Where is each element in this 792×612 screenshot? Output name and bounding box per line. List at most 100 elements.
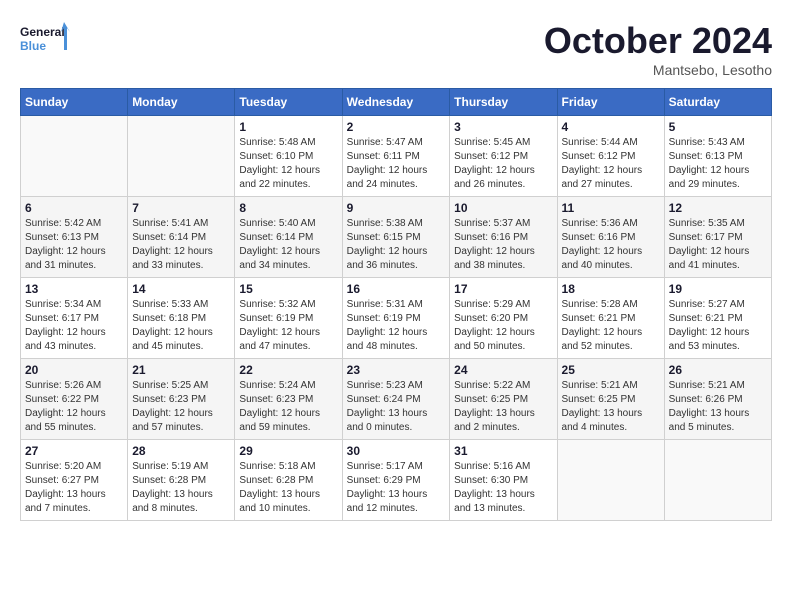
- day-number: 12: [669, 201, 767, 215]
- day-number: 24: [454, 363, 552, 377]
- day-cell: 18 Sunrise: 5:28 AM Sunset: 6:21 PM Dayli…: [557, 278, 664, 359]
- day-info: Sunrise: 5:29 AM Sunset: 6:20 PM Dayligh…: [454, 298, 552, 354]
- day-info: Sunrise: 5:41 AM Sunset: 6:14 PM Dayligh…: [132, 217, 230, 273]
- day-number: 17: [454, 282, 552, 296]
- day-number: 29: [239, 444, 337, 458]
- day-info: Sunrise: 5:40 AM Sunset: 6:14 PM Dayligh…: [239, 217, 337, 273]
- weekday-header-monday: Monday: [128, 89, 235, 116]
- day-number: 6: [25, 201, 123, 215]
- svg-text:General: General: [20, 25, 65, 39]
- day-cell: 11 Sunrise: 5:36 AM Sunset: 6:16 PM Dayli…: [557, 197, 664, 278]
- day-info: Sunrise: 5:33 AM Sunset: 6:18 PM Dayligh…: [132, 298, 230, 354]
- day-number: 5: [669, 120, 767, 134]
- day-number: 23: [347, 363, 446, 377]
- day-number: 25: [562, 363, 660, 377]
- location-subtitle: Mantsebo, Lesotho: [544, 62, 772, 78]
- day-number: 14: [132, 282, 230, 296]
- day-cell: [557, 440, 664, 521]
- day-info: Sunrise: 5:18 AM Sunset: 6:28 PM Dayligh…: [239, 460, 337, 516]
- month-title: October 2024: [544, 20, 772, 62]
- weekday-header-saturday: Saturday: [664, 89, 771, 116]
- day-number: 15: [239, 282, 337, 296]
- day-info: Sunrise: 5:21 AM Sunset: 6:25 PM Dayligh…: [562, 379, 660, 435]
- day-info: Sunrise: 5:27 AM Sunset: 6:21 PM Dayligh…: [669, 298, 767, 354]
- calendar-table: SundayMondayTuesdayWednesdayThursdayFrid…: [20, 88, 772, 521]
- week-row-1: 1Sunrise: 5:48 AM Sunset: 6:10 PM Daylig…: [21, 116, 772, 197]
- day-info: Sunrise: 5:20 AM Sunset: 6:27 PM Dayligh…: [25, 460, 123, 516]
- day-info: Sunrise: 5:44 AM Sunset: 6:12 PM Dayligh…: [562, 136, 660, 192]
- day-number: 30: [347, 444, 446, 458]
- day-number: 22: [239, 363, 337, 377]
- day-cell: 27 Sunrise: 5:20 AM Sunset: 6:27 PM Dayli…: [21, 440, 128, 521]
- day-info: Sunrise: 5:31 AM Sunset: 6:19 PM Dayligh…: [347, 298, 446, 354]
- day-info: Sunrise: 5:21 AM Sunset: 6:26 PM Dayligh…: [669, 379, 767, 435]
- day-info: Sunrise: 5:47 AM Sunset: 6:11 PM Dayligh…: [347, 136, 446, 192]
- day-cell: 29 Sunrise: 5:18 AM Sunset: 6:28 PM Dayli…: [235, 440, 342, 521]
- day-cell: 31 Sunrise: 5:16 AM Sunset: 6:30 PM Dayli…: [450, 440, 557, 521]
- day-info: Sunrise: 5:19 AM Sunset: 6:28 PM Dayligh…: [132, 460, 230, 516]
- weekday-header-tuesday: Tuesday: [235, 89, 342, 116]
- day-info: Sunrise: 5:42 AM Sunset: 6:13 PM Dayligh…: [25, 217, 123, 273]
- day-cell: 16 Sunrise: 5:31 AM Sunset: 6:19 PM Dayli…: [342, 278, 450, 359]
- day-number: 4: [562, 120, 660, 134]
- day-info: Sunrise: 5:16 AM Sunset: 6:30 PM Dayligh…: [454, 460, 552, 516]
- day-number: 10: [454, 201, 552, 215]
- day-number: 9: [347, 201, 446, 215]
- day-number: 19: [669, 282, 767, 296]
- day-info: Sunrise: 5:25 AM Sunset: 6:23 PM Dayligh…: [132, 379, 230, 435]
- day-cell: 14 Sunrise: 5:33 AM Sunset: 6:18 PM Dayli…: [128, 278, 235, 359]
- day-number: 13: [25, 282, 123, 296]
- day-cell: 9 Sunrise: 5:38 AM Sunset: 6:15 PM Daylig…: [342, 197, 450, 278]
- day-cell: 8 Sunrise: 5:40 AM Sunset: 6:14 PM Daylig…: [235, 197, 342, 278]
- day-info: Sunrise: 5:45 AM Sunset: 6:12 PM Dayligh…: [454, 136, 552, 192]
- day-cell: 30Sunrise: 5:17 AM Sunset: 6:29 PM Dayli…: [342, 440, 450, 521]
- day-cell: 24 Sunrise: 5:22 AM Sunset: 6:25 PM Dayli…: [450, 359, 557, 440]
- page-header: General Blue October 2024 Mantsebo, Leso…: [20, 20, 772, 78]
- day-info: Sunrise: 5:28 AM Sunset: 6:21 PM Dayligh…: [562, 298, 660, 354]
- day-cell: 19 Sunrise: 5:27 AM Sunset: 6:21 PM Dayli…: [664, 278, 771, 359]
- day-cell: 5 Sunrise: 5:43 AM Sunset: 6:13 PM Daylig…: [664, 116, 771, 197]
- day-number: 31: [454, 444, 552, 458]
- day-info: Sunrise: 5:37 AM Sunset: 6:16 PM Dayligh…: [454, 217, 552, 273]
- day-cell: 21 Sunrise: 5:25 AM Sunset: 6:23 PM Dayli…: [128, 359, 235, 440]
- logo-svg: General Blue: [20, 20, 70, 60]
- title-section: October 2024 Mantsebo, Lesotho: [544, 20, 772, 78]
- svg-text:Blue: Blue: [20, 39, 46, 53]
- day-info: Sunrise: 5:22 AM Sunset: 6:25 PM Dayligh…: [454, 379, 552, 435]
- day-info: Sunrise: 5:35 AM Sunset: 6:17 PM Dayligh…: [669, 217, 767, 273]
- day-cell: 2 Sunrise: 5:47 AM Sunset: 6:11 PM Daylig…: [342, 116, 450, 197]
- weekday-header-wednesday: Wednesday: [342, 89, 450, 116]
- week-row-3: 13 Sunrise: 5:34 AM Sunset: 6:17 PM Dayli…: [21, 278, 772, 359]
- day-cell: 13 Sunrise: 5:34 AM Sunset: 6:17 PM Dayli…: [21, 278, 128, 359]
- day-cell: 17 Sunrise: 5:29 AM Sunset: 6:20 PM Dayli…: [450, 278, 557, 359]
- weekday-header-sunday: Sunday: [21, 89, 128, 116]
- day-number: 2: [347, 120, 446, 134]
- day-number: 20: [25, 363, 123, 377]
- day-number: 11: [562, 201, 660, 215]
- weekday-header-thursday: Thursday: [450, 89, 557, 116]
- day-number: 1: [239, 120, 337, 134]
- day-number: 28: [132, 444, 230, 458]
- week-row-4: 20Sunrise: 5:26 AM Sunset: 6:22 PM Dayli…: [21, 359, 772, 440]
- day-cell: 1Sunrise: 5:48 AM Sunset: 6:10 PM Daylig…: [235, 116, 342, 197]
- day-info: Sunrise: 5:34 AM Sunset: 6:17 PM Dayligh…: [25, 298, 123, 354]
- day-info: Sunrise: 5:36 AM Sunset: 6:16 PM Dayligh…: [562, 217, 660, 273]
- week-row-2: 6 Sunrise: 5:42 AM Sunset: 6:13 PM Daylig…: [21, 197, 772, 278]
- day-number: 18: [562, 282, 660, 296]
- day-cell: 22 Sunrise: 5:24 AM Sunset: 6:23 PM Dayli…: [235, 359, 342, 440]
- day-info: Sunrise: 5:38 AM Sunset: 6:15 PM Dayligh…: [347, 217, 446, 273]
- day-number: 21: [132, 363, 230, 377]
- day-cell: 25 Sunrise: 5:21 AM Sunset: 6:25 PM Dayli…: [557, 359, 664, 440]
- day-cell: 6 Sunrise: 5:42 AM Sunset: 6:13 PM Daylig…: [21, 197, 128, 278]
- day-number: 16: [347, 282, 446, 296]
- day-info: Sunrise: 5:43 AM Sunset: 6:13 PM Dayligh…: [669, 136, 767, 192]
- day-cell: 20Sunrise: 5:26 AM Sunset: 6:22 PM Dayli…: [21, 359, 128, 440]
- day-info: Sunrise: 5:32 AM Sunset: 6:19 PM Dayligh…: [239, 298, 337, 354]
- day-info: Sunrise: 5:23 AM Sunset: 6:24 PM Dayligh…: [347, 379, 446, 435]
- day-number: 7: [132, 201, 230, 215]
- day-number: 27: [25, 444, 123, 458]
- day-number: 3: [454, 120, 552, 134]
- day-cell: 26Sunrise: 5:21 AM Sunset: 6:26 PM Dayli…: [664, 359, 771, 440]
- day-number: 8: [239, 201, 337, 215]
- day-info: Sunrise: 5:24 AM Sunset: 6:23 PM Dayligh…: [239, 379, 337, 435]
